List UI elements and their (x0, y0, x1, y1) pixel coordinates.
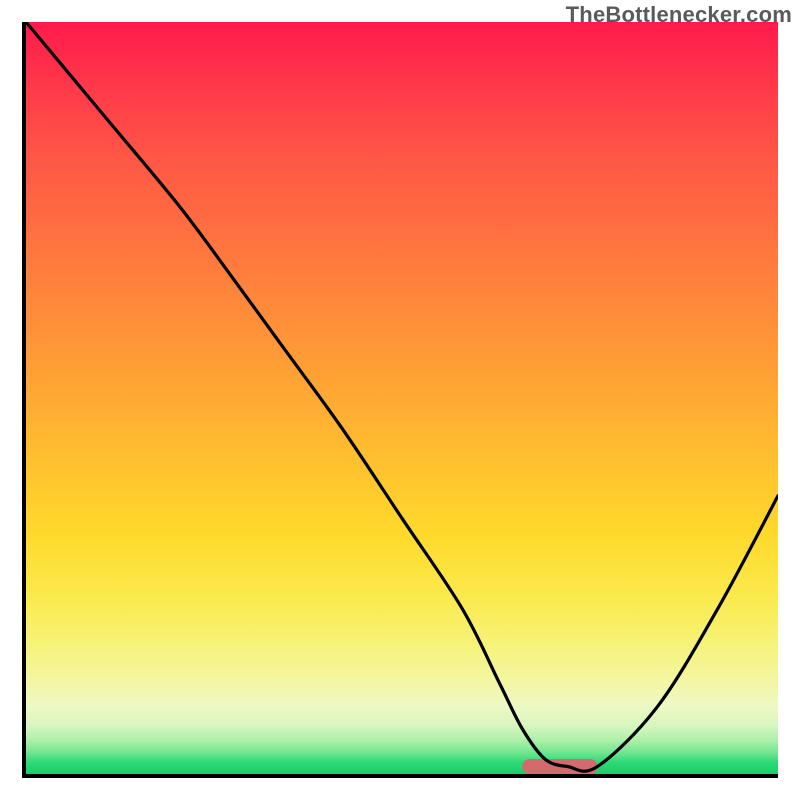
chart-root: TheBottlenecker.com (0, 0, 800, 800)
plot-svg (26, 22, 778, 774)
bottleneck-curve (26, 22, 778, 771)
plot-area (22, 22, 778, 778)
